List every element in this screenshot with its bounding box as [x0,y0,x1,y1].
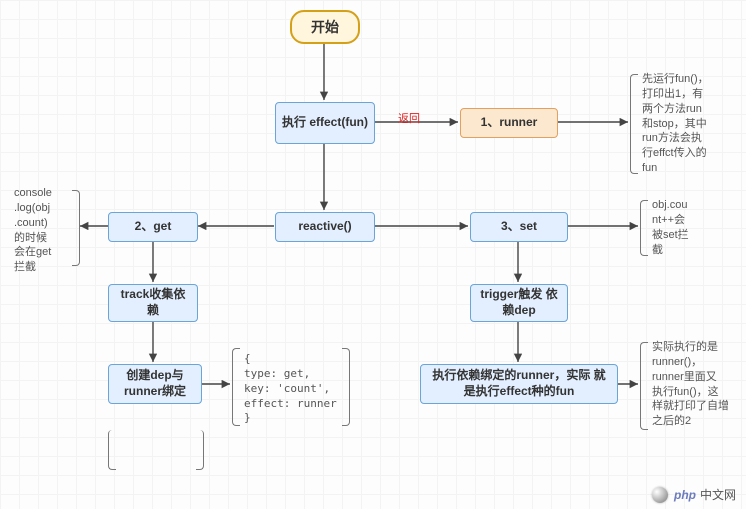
set-note: obj.cou nt++会 被set拦 截 [652,198,722,257]
exec-dep-node: 执行依赖绑定的runner，实际 就是执行effect种的fun [420,364,618,404]
watermark-logo: php 中文网 [652,486,736,503]
set-node: 3、set [470,212,568,242]
bracket-dep-close [342,348,350,426]
start-node: 开始 [290,10,360,44]
effect-node: 执行 effect(fun) [275,102,375,144]
bracket-dep-open [232,348,240,426]
return-label: 返回 [398,110,420,126]
reactive-node: reactive() [275,212,375,242]
bracket-exec [640,342,648,430]
exec-note: 实际执行的是 runner()， runner里面又 执行fun()，这 样就打… [652,340,742,429]
logo-ball-icon [652,487,668,503]
dep-struct-note: { type: get, key: 'count', effect: runne… [244,352,354,426]
create-dep-node: 创建dep与 runner绑定 [108,364,202,404]
track-node: track收集依 赖 [108,284,198,322]
bracket-get [72,190,80,266]
runner-node: 1、runner [460,108,558,138]
logo-php: php [674,488,696,502]
bracket-bottom-left [108,430,116,470]
bracket-bottom-left2 [196,430,204,470]
get-node: 2、get [108,212,198,242]
bracket-runner [630,74,638,174]
logo-cn: 中文网 [700,486,736,503]
get-note: console .log(obj .count) 的时候 会在get 拦截 [14,186,72,275]
trigger-node: trigger触发 依赖dep [470,284,568,322]
runner-note: 先运行fun()， 打印出1，有 两个方法run 和stop，其中 run方法会… [642,72,734,176]
bracket-set [640,200,648,256]
